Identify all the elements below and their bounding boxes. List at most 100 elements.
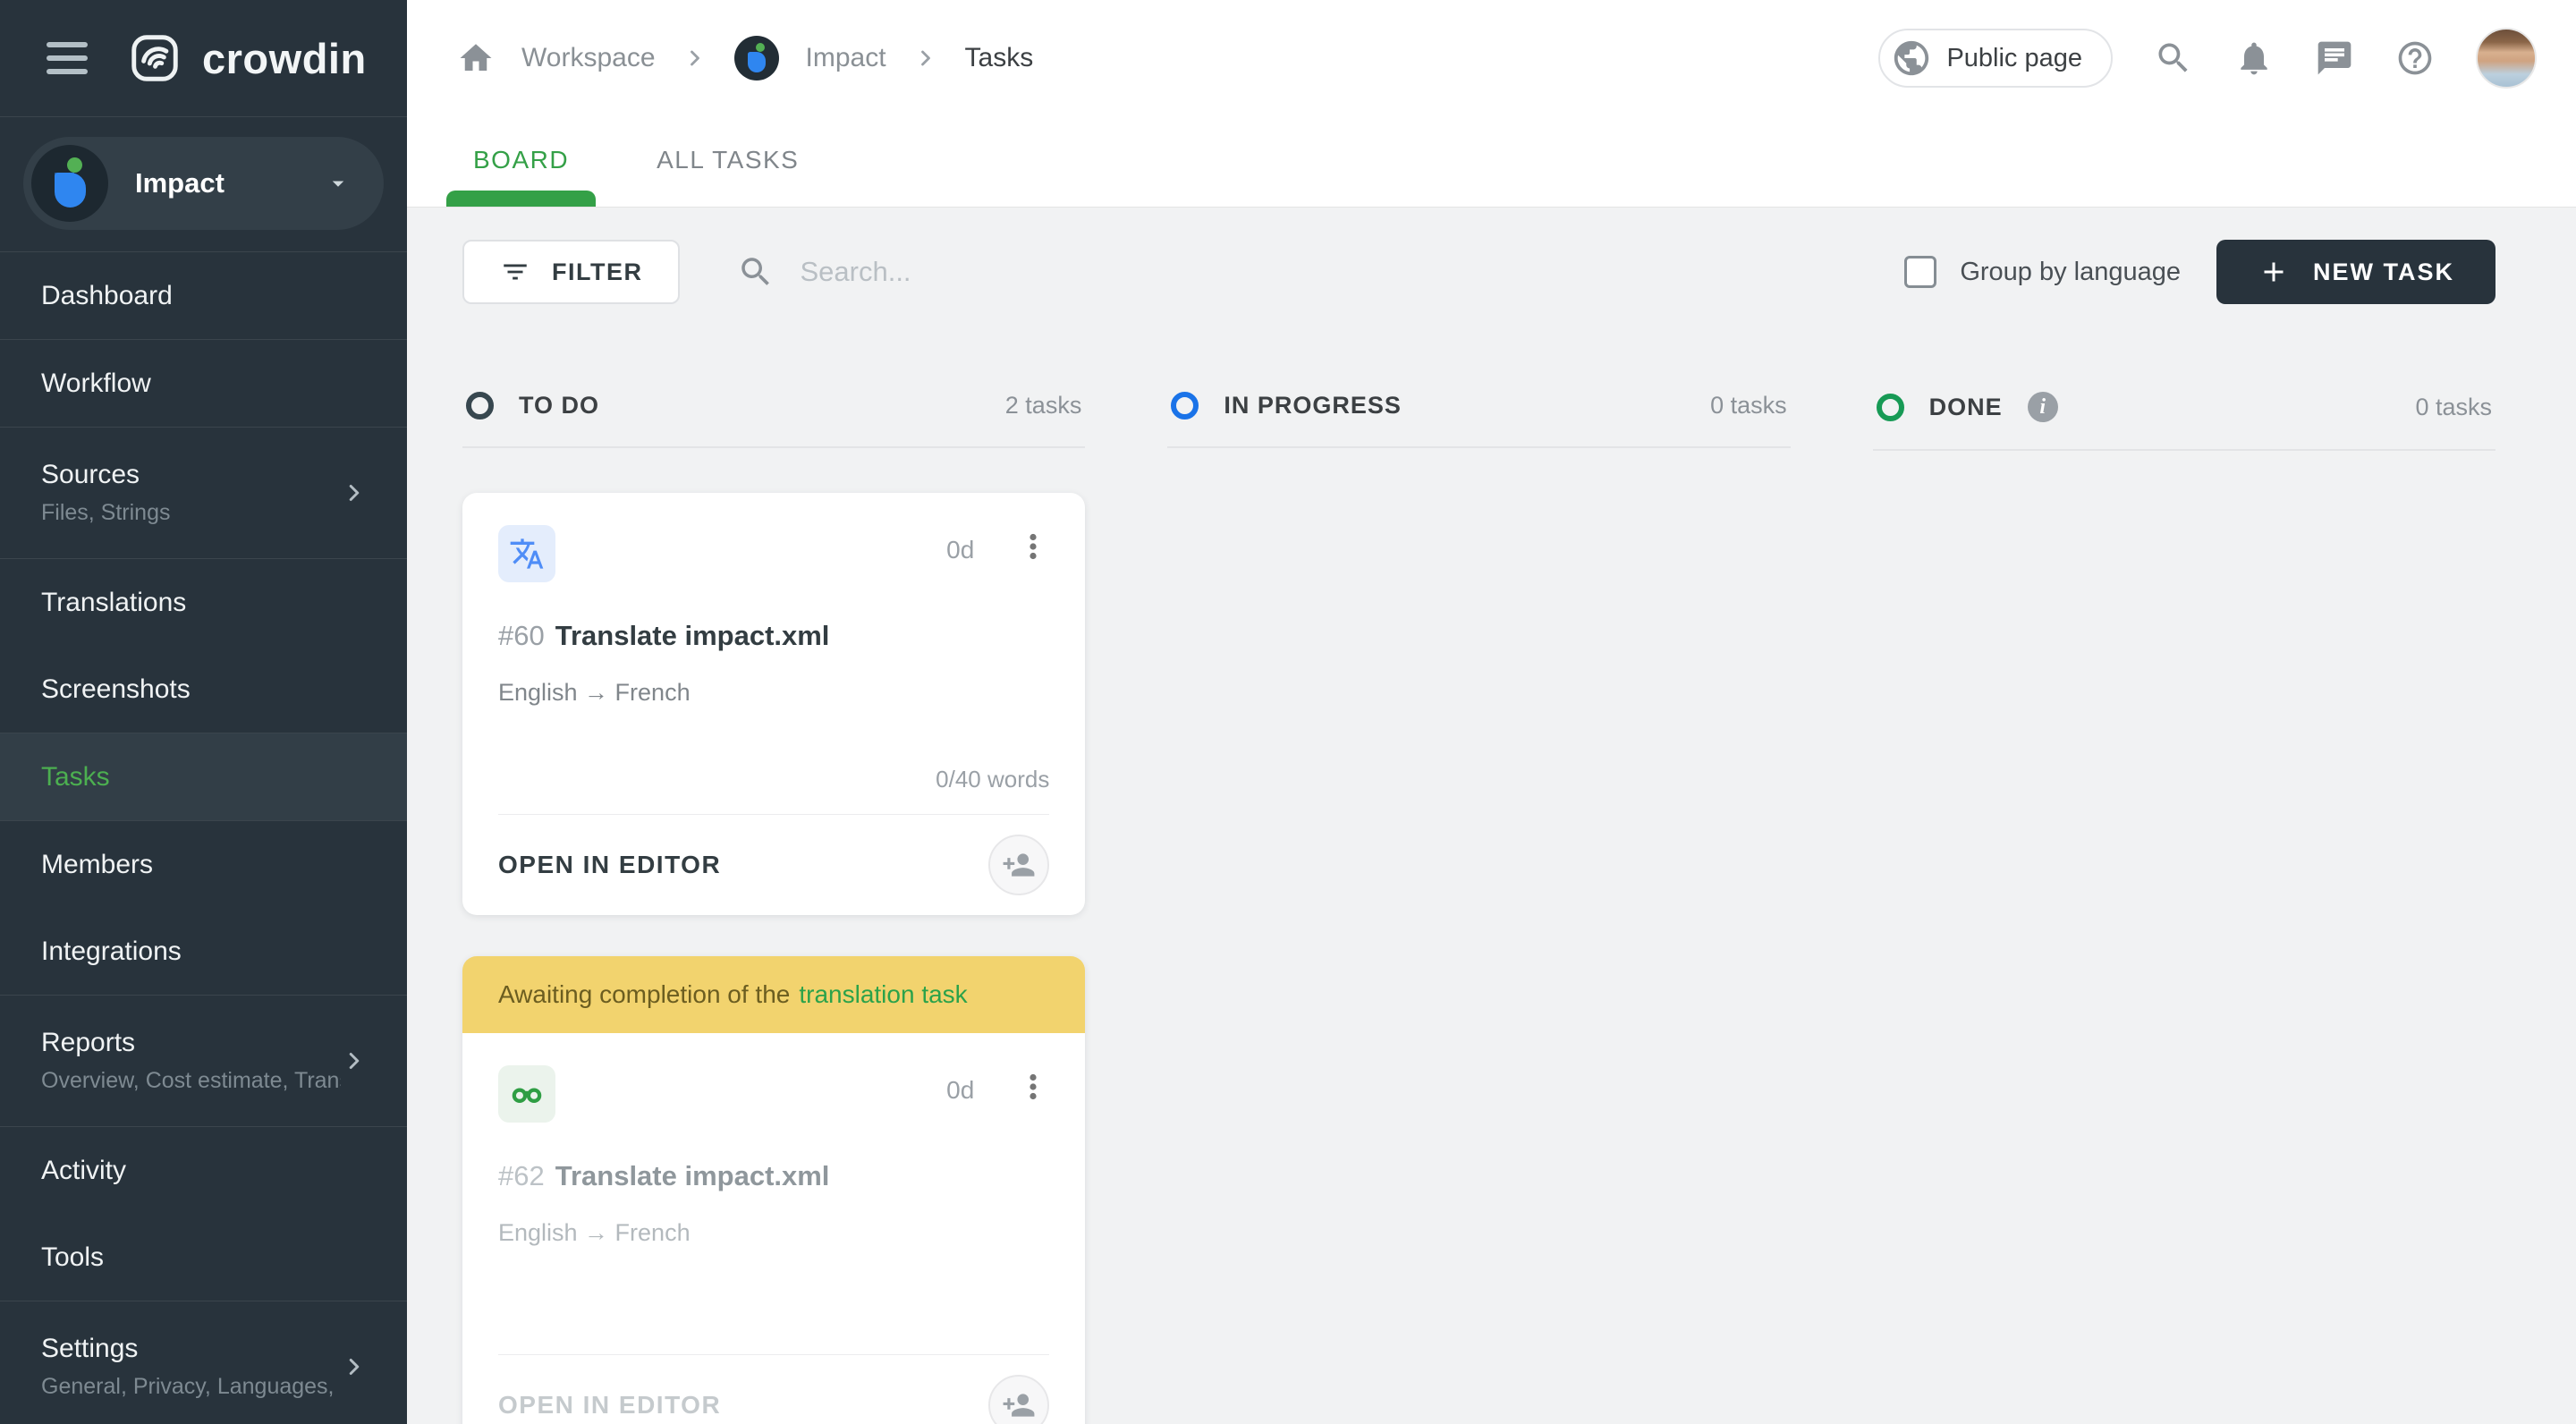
sidebar-item-integrations[interactable]: Integrations (0, 908, 407, 995)
task-search (737, 253, 1904, 291)
assign-user-button[interactable] (988, 1375, 1050, 1424)
task-title: #60 Translate impact.xml (498, 620, 830, 651)
crowdin-logo-text: crowdin (202, 34, 367, 82)
tab-all-tasks[interactable]: ALL TASKS (657, 146, 799, 207)
breadcrumb-current-page: Tasks (964, 43, 1034, 72)
filter-button[interactable]: FILTER (462, 240, 681, 304)
sidebar-item-sources[interactable]: Sources Files, Strings (0, 428, 407, 558)
assign-user-button[interactable] (988, 835, 1050, 895)
breadcrumb-workspace[interactable]: Workspace (521, 43, 656, 73)
column-todo: TO DO 2 tasks 0d #60 Translate impact.xm… (462, 376, 1086, 1424)
translation-task-link[interactable]: translation task (799, 980, 967, 1009)
column-in-progress: IN PROGRESS 0 tasks (1167, 376, 1791, 1424)
sidebar-item-tools[interactable]: Tools (0, 1214, 407, 1301)
content-area: FILTER Group by language NEW TASK (407, 208, 2576, 1424)
project-name: Impact (135, 167, 225, 199)
person-add-icon (1003, 853, 1035, 877)
home-icon[interactable] (457, 39, 495, 77)
sidebar-item-translations[interactable]: Translations (0, 559, 407, 646)
divider (0, 116, 407, 117)
chevron-right-icon (341, 1047, 368, 1074)
main-area: Workspace Impact Tasks Public page BOARD… (407, 0, 2576, 1424)
language-pair: English → French (498, 679, 691, 706)
chevron-right-icon (913, 46, 938, 71)
todo-status-ring-icon (466, 392, 494, 420)
crowdin-logo[interactable]: crowdin (127, 30, 367, 86)
column-task-count: 0 tasks (1710, 392, 1787, 419)
sidebar-item-tasks[interactable]: Tasks (0, 733, 407, 820)
public-page-label: Public page (1946, 43, 2082, 72)
todo-cards: 0d #60 Translate impact.xml English → Fre… (462, 493, 1086, 1424)
sidebar-item-activity[interactable]: Activity (0, 1127, 407, 1214)
help-icon[interactable] (2395, 38, 2435, 78)
search-input[interactable] (800, 256, 1427, 288)
sidebar-item-dashboard[interactable]: Dashboard (0, 252, 407, 339)
public-page-button[interactable]: Public page (1878, 29, 2113, 88)
search-icon (737, 253, 775, 291)
sidebar-item-settings[interactable]: Settings General, Privacy, Languages, Q.… (0, 1301, 407, 1424)
project-selector[interactable]: Impact (23, 137, 384, 230)
task-id: #60 (498, 620, 545, 651)
sidebar-item-reports[interactable]: Reports Overview, Cost estimate, Transl.… (0, 996, 407, 1126)
person-add-icon (1003, 1394, 1035, 1417)
column-name: IN PROGRESS (1224, 392, 1402, 419)
hamburger-menu-icon[interactable] (47, 42, 88, 74)
breadcrumb-project[interactable]: Impact (806, 43, 886, 73)
sidebar-item-subtitle: Overview, Cost estimate, Transl... (41, 1068, 341, 1093)
done-status-ring-icon (1876, 393, 1904, 421)
project-avatar (31, 145, 108, 222)
filter-label: FILTER (552, 258, 643, 285)
column-name: TO DO (519, 392, 600, 419)
task-card-62[interactable]: Awaiting completion of the translation t… (462, 956, 1086, 1424)
sidebar-nav: Dashboard Workflow Sources Files, String… (0, 252, 407, 1424)
banner-text: Awaiting completion of the (498, 980, 791, 1008)
word-progress: 0/40 words (936, 766, 1050, 793)
group-by-language-label: Group by language (1960, 257, 2181, 286)
crowdin-logo-icon (127, 30, 182, 86)
kebab-menu-icon[interactable] (1017, 525, 1049, 563)
awaiting-banner: Awaiting completion of the translation t… (462, 956, 1086, 1033)
topbar: Workspace Impact Tasks Public page (407, 0, 2576, 116)
kebab-menu-icon[interactable] (1017, 1065, 1049, 1103)
globe-icon (1891, 38, 1932, 79)
sidebar-item-subtitle: Files, Strings (41, 500, 171, 525)
language-pair: English → French (498, 1219, 691, 1246)
sidebar-item-screenshots[interactable]: Screenshots (0, 646, 407, 733)
tabs-bar: BOARD ALL TASKS (407, 116, 2576, 208)
column-task-count: 0 tasks (2415, 393, 2492, 420)
open-in-editor-link[interactable]: OPEN IN EDITOR (498, 851, 721, 879)
breadcrumb-project-avatar (733, 36, 779, 81)
chevron-right-icon (341, 479, 368, 506)
in-progress-status-ring-icon (1171, 392, 1199, 420)
column-name: DONE (1928, 393, 2003, 420)
filter-icon (500, 257, 530, 287)
due-badge: 0d (946, 536, 975, 564)
messages-chat-icon[interactable] (2315, 38, 2354, 78)
column-done-header: DONE i 0 tasks (1872, 376, 2496, 451)
info-icon[interactable]: i (2027, 392, 2058, 422)
checkbox-unchecked[interactable] (1904, 256, 1937, 288)
user-avatar[interactable] (2476, 28, 2537, 89)
chevron-right-icon (341, 1353, 368, 1380)
new-task-label: NEW TASK (2313, 258, 2454, 285)
open-in-editor-link-disabled: OPEN IN EDITOR (498, 1391, 722, 1419)
translate-task-icon (498, 525, 555, 582)
sidebar-item-members[interactable]: Members (0, 821, 407, 908)
chevron-down-icon (325, 170, 352, 197)
tab-board[interactable]: BOARD (445, 146, 597, 207)
sidebar: crowdin Impact Dashboard Workflow Source… (0, 0, 407, 1424)
notifications-bell-icon[interactable] (2234, 38, 2274, 78)
task-card-60[interactable]: 0d #60 Translate impact.xml English → Fre… (462, 493, 1086, 915)
sidebar-item-subtitle: General, Privacy, Languages, Q... (41, 1374, 341, 1399)
group-by-language-toggle[interactable]: Group by language (1904, 256, 2181, 288)
plus-icon (2258, 256, 2290, 288)
kanban-board: TO DO 2 tasks 0d #60 Translate impact.xm… (462, 376, 2496, 1424)
due-badge: 0d (946, 1076, 975, 1104)
search-icon[interactable] (2154, 38, 2193, 78)
proofread-task-icon (498, 1065, 555, 1123)
sidebar-header: crowdin (0, 0, 407, 116)
column-todo-header: TO DO 2 tasks (462, 376, 1086, 448)
task-title: #62 Translate impact.xml (498, 1160, 830, 1191)
sidebar-item-workflow[interactable]: Workflow (0, 340, 407, 427)
new-task-button[interactable]: NEW TASK (2216, 240, 2496, 304)
